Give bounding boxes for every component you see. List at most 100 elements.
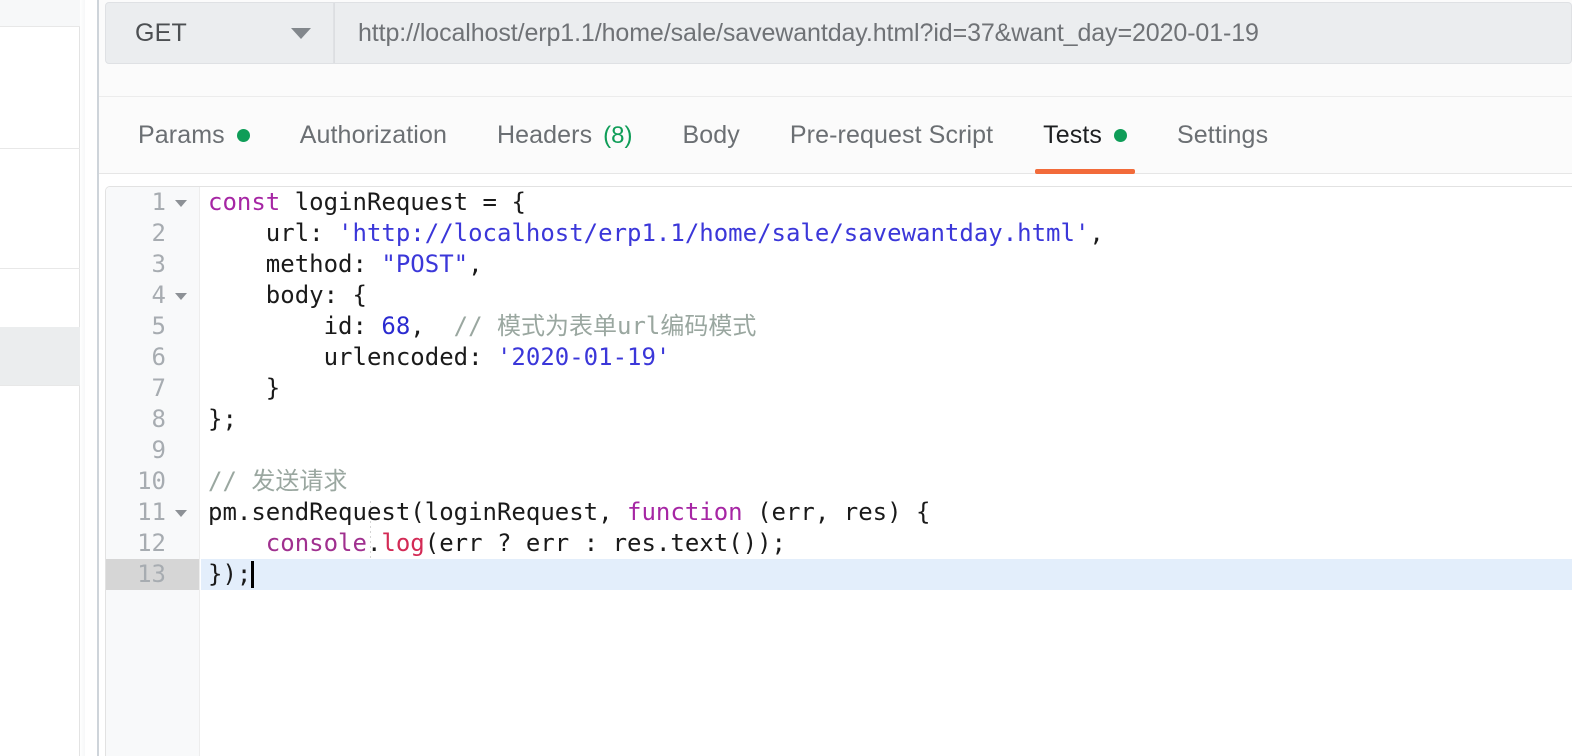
headers-count-badge: (8) <box>603 121 633 149</box>
editor-code-area[interactable]: const loginRequest = { url: 'http://loca… <box>201 187 1572 756</box>
code-line[interactable]: const loginRequest = { <box>201 187 1572 218</box>
unsaved-dot-icon <box>236 129 250 142</box>
request-tabs: Params Authorization Headers (8) Body Pr… <box>99 96 1572 174</box>
code-token: , <box>468 250 483 278</box>
code-line[interactable]: } <box>201 373 1572 404</box>
tab-label: Headers <box>496 121 593 149</box>
gutter-line-number: 9 <box>151 436 166 464</box>
tab-tests[interactable]: Tests <box>1018 97 1152 174</box>
tab-pre-request-script[interactable]: Pre-request Script <box>765 97 1018 174</box>
code-token: { <box>511 188 526 216</box>
sidebar-divider <box>0 26 80 27</box>
gutter-line-number: 6 <box>151 343 166 371</box>
code-line[interactable]: method: "POST", <box>201 249 1572 280</box>
code-line-text: url: 'http://localhost/erp1.1/home/sale/… <box>201 219 1104 247</box>
tab-authorization[interactable]: Authorization <box>275 97 472 174</box>
code-line-text: id: 68, // 模式为表单url编码模式 <box>201 312 757 340</box>
gutter-line-number: 11 <box>106 497 199 528</box>
active-line-highlight <box>201 559 1572 590</box>
sidebar-divider <box>0 268 80 269</box>
text-cursor <box>251 561 255 588</box>
code-fold-toggle-icon[interactable] <box>175 200 187 207</box>
unsaved-dot-icon <box>1114 129 1128 142</box>
code-line-text: }; <box>201 405 237 433</box>
request-editor-window: GET http://localhost/erp1.1/home/sale/sa… <box>0 0 1572 756</box>
code-token: }); <box>208 560 252 588</box>
tab-body[interactable]: Body <box>658 97 765 174</box>
tab-label: Authorization <box>299 121 447 149</box>
gutter-line-number: 5 <box>151 312 166 340</box>
code-line-text: // 发送请求 <box>201 467 347 495</box>
code-line[interactable]: // 发送请求 <box>201 466 1572 497</box>
code-token: console <box>265 529 367 557</box>
request-url-input[interactable]: http://localhost/erp1.1/home/sale/savewa… <box>334 2 1572 64</box>
code-token: function <box>627 498 758 526</box>
code-token: } <box>208 374 281 402</box>
code-line-text: method: "POST", <box>201 250 483 278</box>
code-line[interactable]: pm.sendRequest(loginRequest, function (e… <box>201 497 1572 528</box>
active-tab-underline <box>1035 169 1136 174</box>
code-token: // 模式为表单url编码模式 <box>453 312 757 340</box>
tab-label: Params <box>138 121 225 149</box>
tab-label: Settings <box>1177 121 1269 149</box>
code-line[interactable]: id: 68, // 模式为表单url编码模式 <box>201 311 1572 342</box>
code-token: , <box>410 312 454 340</box>
code-line-text: urlencoded: '2020-01-19' <box>201 343 671 371</box>
tab-params[interactable]: Params <box>113 97 275 174</box>
tab-label: Pre-request Script <box>789 121 994 149</box>
gutter-line-number: 12 <box>137 529 166 557</box>
code-token: urlencoded: <box>208 343 497 371</box>
code-line[interactable]: console.log(err ? err : res.text()); <box>201 528 1572 559</box>
code-token: // 发送请求 <box>208 467 348 495</box>
sidebar-scrollbar[interactable] <box>80 0 85 756</box>
code-token: const <box>208 188 295 216</box>
editor-gutter[interactable]: 1 2 3 4 5 6 7 8 9 10 11 12 13 <box>106 187 200 756</box>
request-list-sidebar <box>0 0 80 756</box>
code-line[interactable]: }; <box>201 404 1572 435</box>
code-line-text: } <box>201 374 280 402</box>
code-token: "POST" <box>381 250 469 278</box>
code-line-text: pm.sendRequest(loginRequest, function (e… <box>201 498 930 526</box>
code-fold-toggle-icon[interactable] <box>175 293 187 300</box>
gutter-line-number: 2 <box>151 219 166 247</box>
code-line[interactable]: body: { <box>201 280 1572 311</box>
request-main-pane: GET http://localhost/erp1.1/home/sale/sa… <box>99 0 1572 756</box>
code-token: 68 <box>381 312 411 340</box>
chevron-down-icon <box>291 27 311 39</box>
gutter-line-number: 8 <box>151 405 166 433</box>
code-token: id: <box>208 312 382 340</box>
request-url-value: http://localhost/erp1.1/home/sale/savewa… <box>358 18 1259 47</box>
gutter-line-number: 13 <box>106 559 199 590</box>
tab-headers[interactable]: Headers (8) <box>472 97 658 174</box>
code-line[interactable] <box>201 435 1572 466</box>
gutter-line-number: 7 <box>151 374 166 402</box>
sidebar-item-selected[interactable] <box>0 327 80 385</box>
code-token: '2020-01-19' <box>496 343 671 371</box>
sidebar-divider <box>0 385 80 386</box>
code-token: method: <box>208 250 382 278</box>
code-line[interactable]: }); <box>201 559 1572 590</box>
tab-settings[interactable]: Settings <box>1152 97 1293 174</box>
tab-label: Body <box>682 121 740 149</box>
code-line[interactable]: urlencoded: '2020-01-19' <box>201 342 1572 373</box>
code-line-text: console.log(err ? err : res.text()); <box>201 529 786 557</box>
sidebar-divider <box>0 148 80 149</box>
code-token: = <box>482 188 512 216</box>
code-token: body: { <box>208 281 367 309</box>
code-token: , <box>1089 219 1104 247</box>
code-token: . <box>366 529 382 557</box>
code-line[interactable]: url: 'http://localhost/erp1.1/home/sale/… <box>201 218 1572 249</box>
code-fold-toggle-icon[interactable] <box>175 510 187 517</box>
code-token: url: <box>208 219 339 247</box>
code-token: pm.sendRequest(loginRequest, <box>208 498 628 526</box>
code-line-text: }); <box>201 560 255 588</box>
gutter-line-number: 3 <box>151 250 166 278</box>
code-token: (err, res) { <box>757 498 931 526</box>
http-method-select[interactable]: GET <box>105 2 334 64</box>
code-line-text: const loginRequest = { <box>201 188 526 216</box>
code-token: }; <box>208 405 237 433</box>
gutter-line-number: 4 <box>106 280 199 311</box>
tests-script-editor[interactable]: 1 2 3 4 5 6 7 8 9 10 11 12 13 const loginRequest = {… <box>105 186 1572 756</box>
